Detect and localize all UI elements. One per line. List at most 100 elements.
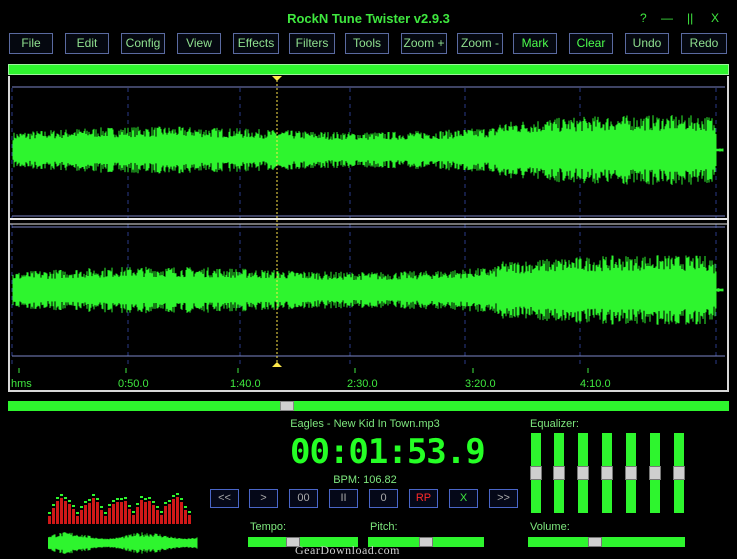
- menu-edit-button[interactable]: Edit: [65, 33, 109, 54]
- spectrum-bar: [152, 505, 155, 524]
- spectrum-bar: [184, 510, 187, 524]
- spectrum-peak: [128, 505, 131, 507]
- eq-band-slider[interactable]: [577, 433, 589, 513]
- mini-waveform: [48, 532, 198, 554]
- pitch-slider-thumb[interactable]: [419, 537, 433, 547]
- forward-button[interactable]: >>: [489, 489, 518, 508]
- spectrum-bar: [60, 498, 63, 524]
- menu-effects-button[interactable]: Effects: [233, 33, 279, 54]
- spectrum-peak: [132, 511, 135, 513]
- menu-bar: File Edit Config View Effects Filters To…: [9, 33, 729, 55]
- timeline-label: 0:50.0: [118, 378, 149, 390]
- spectrum-bar: [104, 516, 107, 524]
- undo-button[interactable]: Undo: [625, 33, 669, 54]
- spectrum-peak: [120, 498, 123, 500]
- spectrum-peak: [76, 512, 79, 514]
- stop-button[interactable]: 0: [369, 489, 398, 508]
- overview-bar[interactable]: [8, 64, 729, 75]
- spectrum-peak: [180, 498, 183, 500]
- pause-button[interactable]: II: [329, 489, 358, 508]
- spectrum-peak: [124, 497, 127, 499]
- timeline-label: 3:20.0: [465, 378, 496, 390]
- spectrum-peak: [144, 498, 147, 500]
- menu-tools-button[interactable]: Tools: [345, 33, 389, 54]
- close-icon[interactable]: X: [711, 11, 719, 25]
- spectrum-peak: [184, 506, 187, 508]
- timeline-label: 1:40.0: [230, 378, 261, 390]
- redo-button[interactable]: Redo: [681, 33, 727, 54]
- menu-config-button[interactable]: Config: [121, 33, 165, 54]
- minimize-icon[interactable]: —: [661, 11, 673, 25]
- eq-band-thumb[interactable]: [530, 466, 542, 480]
- bpm-display: BPM: 106.82: [333, 474, 397, 486]
- waveform-right-channel: [12, 255, 724, 325]
- eq-band-slider[interactable]: [553, 433, 565, 513]
- equalizer-label: Equalizer:: [530, 418, 579, 430]
- tempo-label: Tempo:: [250, 521, 287, 533]
- position-scrollbar-thumb[interactable]: [280, 401, 295, 411]
- volume-slider[interactable]: [528, 537, 685, 547]
- timeline-label: hms: [11, 378, 32, 390]
- eq-band-slider[interactable]: [625, 433, 637, 513]
- spectrum-peak: [168, 500, 171, 502]
- menu-file-button[interactable]: File: [9, 33, 53, 54]
- spectrum-bar: [128, 509, 131, 524]
- waveform-svg[interactable]: hms 0:50.0 1:40.0 2:30.0 3:20.0 4:10.0: [10, 76, 727, 390]
- volume-label: Volume:: [530, 521, 570, 533]
- playhead-top-marker[interactable]: [272, 76, 282, 81]
- zoom-out-button[interactable]: Zoom -: [457, 33, 503, 54]
- spectrum-peak: [108, 504, 111, 506]
- eq-band-thumb[interactable]: [577, 466, 589, 480]
- spectrum-peak: [104, 512, 107, 514]
- spectrum-bar: [164, 506, 167, 524]
- spectrum-peak: [64, 497, 67, 499]
- eq-band-thumb[interactable]: [553, 466, 565, 480]
- spectrum-bar: [156, 510, 159, 524]
- spectrum-peak: [172, 495, 175, 497]
- waveform-panel[interactable]: hms 0:50.0 1:40.0 2:30.0 3:20.0 4:10.0: [8, 76, 729, 392]
- spectrum-bar: [112, 504, 115, 524]
- spectrum-bar: [68, 504, 71, 524]
- spectrum-peak: [164, 502, 167, 504]
- eq-band-thumb[interactable]: [601, 466, 613, 480]
- eq-band-thumb[interactable]: [625, 466, 637, 480]
- time-display: 00:01:53.9: [290, 432, 486, 472]
- spectrum-peak: [88, 499, 91, 501]
- spectrum-bar: [92, 498, 95, 524]
- spectrum-peak: [72, 505, 75, 507]
- spectrum-bar: [188, 515, 191, 524]
- spectrum-bar: [136, 507, 139, 524]
- eq-band-slider[interactable]: [601, 433, 613, 513]
- playhead-bottom-marker[interactable]: [272, 362, 282, 367]
- help-icon[interactable]: ?: [640, 11, 647, 25]
- spectrum-bar: [72, 509, 75, 524]
- zoom-in-button[interactable]: Zoom +: [401, 33, 447, 54]
- repeat-button[interactable]: RP: [409, 489, 438, 508]
- position-scrollbar[interactable]: [8, 401, 729, 411]
- eq-band-slider[interactable]: [673, 433, 685, 513]
- zero-button[interactable]: 00: [289, 489, 318, 508]
- spectrum-bar: [52, 508, 55, 524]
- play-button[interactable]: >: [249, 489, 278, 508]
- cancel-button[interactable]: X: [449, 489, 478, 508]
- spectrum-bar: [124, 501, 127, 524]
- eq-band-thumb[interactable]: [649, 466, 661, 480]
- spectrum-bar: [172, 499, 175, 524]
- spectrum-bar: [84, 505, 87, 524]
- eq-band-thumb[interactable]: [673, 466, 685, 480]
- eq-band-slider[interactable]: [530, 433, 542, 513]
- volume-slider-thumb[interactable]: [588, 537, 603, 547]
- spectrum-bar: [148, 501, 151, 524]
- eq-band-slider[interactable]: [649, 433, 661, 513]
- mark-button[interactable]: Mark: [513, 33, 557, 54]
- menu-view-button[interactable]: View: [177, 33, 221, 54]
- rewind-button[interactable]: <<: [210, 489, 239, 508]
- timeline-label: 4:10.0: [580, 378, 611, 390]
- spectrum-bar: [180, 502, 183, 524]
- spectrum-peak: [188, 511, 191, 513]
- spectrum-bar: [100, 510, 103, 524]
- clear-button[interactable]: Clear: [569, 33, 613, 54]
- menu-filters-button[interactable]: Filters: [289, 33, 335, 54]
- timeline-label: 2:30.0: [347, 378, 378, 390]
- pause-window-icon[interactable]: ||: [687, 11, 693, 25]
